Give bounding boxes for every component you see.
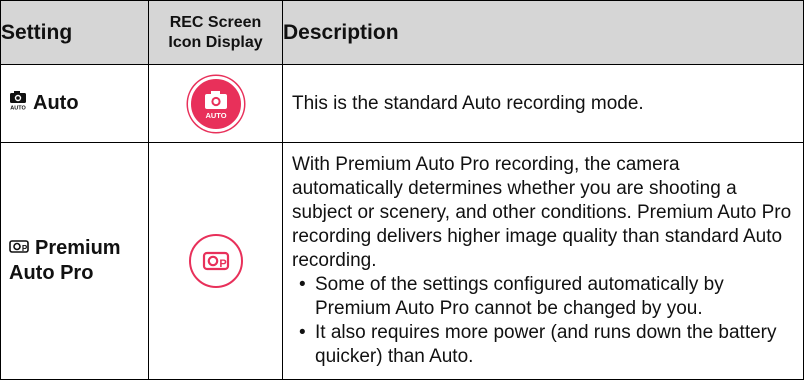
auto-icon-text: AUTO <box>205 111 226 120</box>
premium-auto-pro-circle-icon: P <box>188 234 243 288</box>
description-auto: This is the standard Auto recording mode… <box>292 92 644 114</box>
settings-table: Setting REC Screen Icon Display Descript… <box>0 0 804 380</box>
header-rec-line1: REC Screen <box>169 13 262 31</box>
description-cell-auto: This is the standard Auto recording mode… <box>282 64 804 143</box>
header-setting: Setting <box>0 0 149 65</box>
auto-camera-icon: AUTO <box>9 90 27 117</box>
table-row: AUTO Auto AUTO This is the standard Auto <box>0 64 804 143</box>
setting-cell-auto: AUTO Auto <box>0 64 149 143</box>
setting-label-auto: Auto <box>33 91 79 114</box>
list-item: Some of the settings configured automati… <box>292 273 793 321</box>
rec-icon-cell-auto: AUTO <box>148 64 283 143</box>
table-row: P Premium Auto Pro P With Premium Auto P… <box>0 142 804 380</box>
rec-icon-cell-premium: P <box>148 142 283 380</box>
svg-text:P: P <box>219 258 226 270</box>
svg-text:P: P <box>22 244 28 253</box>
description-bullet-list: Some of the settings configured automati… <box>292 273 793 369</box>
table-header-row: Setting REC Screen Icon Display Descript… <box>0 0 804 65</box>
auto-filled-circle-icon: AUTO <box>187 75 244 132</box>
header-rec-line2: Icon Display <box>168 33 263 51</box>
description-cell-premium: With Premium Auto Pro recording, the cam… <box>282 142 804 380</box>
header-description: Description <box>282 0 804 65</box>
description-premium: With Premium Auto Pro recording, the cam… <box>292 154 792 271</box>
setting-cell-premium: P Premium Auto Pro <box>0 142 149 380</box>
setting-label-premium-line1: Premium <box>35 236 121 259</box>
svg-text:AUTO: AUTO <box>10 106 26 111</box>
list-item: It also requires more power (and runs do… <box>292 321 793 369</box>
header-rec-screen-icon: REC Screen Icon Display <box>148 0 283 65</box>
premium-auto-pro-icon: P <box>9 236 29 261</box>
setting-label-premium-line2: Auto Pro <box>9 262 94 285</box>
